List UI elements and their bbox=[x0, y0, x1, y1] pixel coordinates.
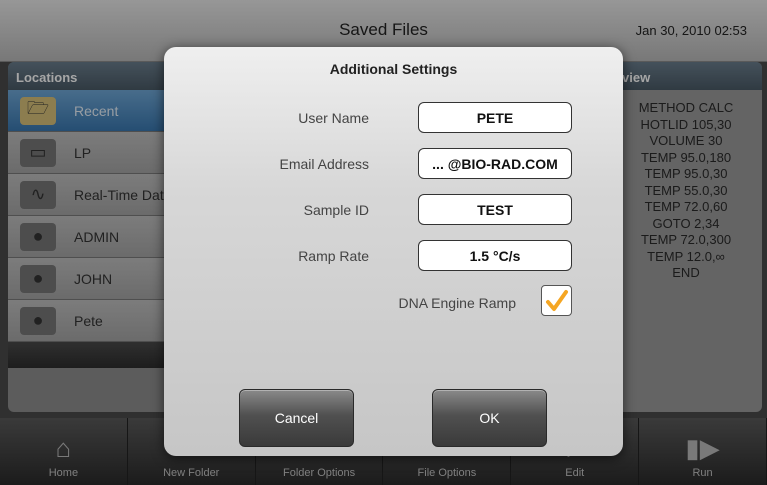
user-name-input[interactable] bbox=[418, 102, 572, 133]
email-label: Email Address bbox=[279, 156, 369, 172]
dna-engine-ramp-label: DNA Engine Ramp bbox=[398, 295, 516, 311]
dialog-title: Additional Settings bbox=[329, 61, 458, 77]
sample-id-row: Sample ID bbox=[164, 194, 623, 226]
sample-id-label: Sample ID bbox=[303, 202, 369, 218]
ramp-rate-label: Ramp Rate bbox=[298, 248, 369, 264]
ok-button[interactable]: OK bbox=[432, 389, 547, 447]
checkmark-icon bbox=[545, 289, 568, 311]
additional-settings-dialog: Additional Settings User Name Email Addr… bbox=[164, 47, 623, 456]
ramp-rate-input[interactable] bbox=[418, 240, 572, 271]
email-input[interactable] bbox=[418, 148, 572, 179]
ramp-rate-row: Ramp Rate bbox=[164, 240, 623, 272]
cancel-button[interactable]: Cancel bbox=[239, 389, 354, 447]
user-name-label: User Name bbox=[298, 110, 369, 126]
email-row: Email Address bbox=[164, 148, 623, 180]
user-name-row: User Name bbox=[164, 102, 623, 134]
dna-engine-ramp-checkbox[interactable] bbox=[541, 285, 572, 316]
sample-id-input[interactable] bbox=[418, 194, 572, 225]
dna-engine-ramp-row: DNA Engine Ramp bbox=[164, 285, 623, 321]
